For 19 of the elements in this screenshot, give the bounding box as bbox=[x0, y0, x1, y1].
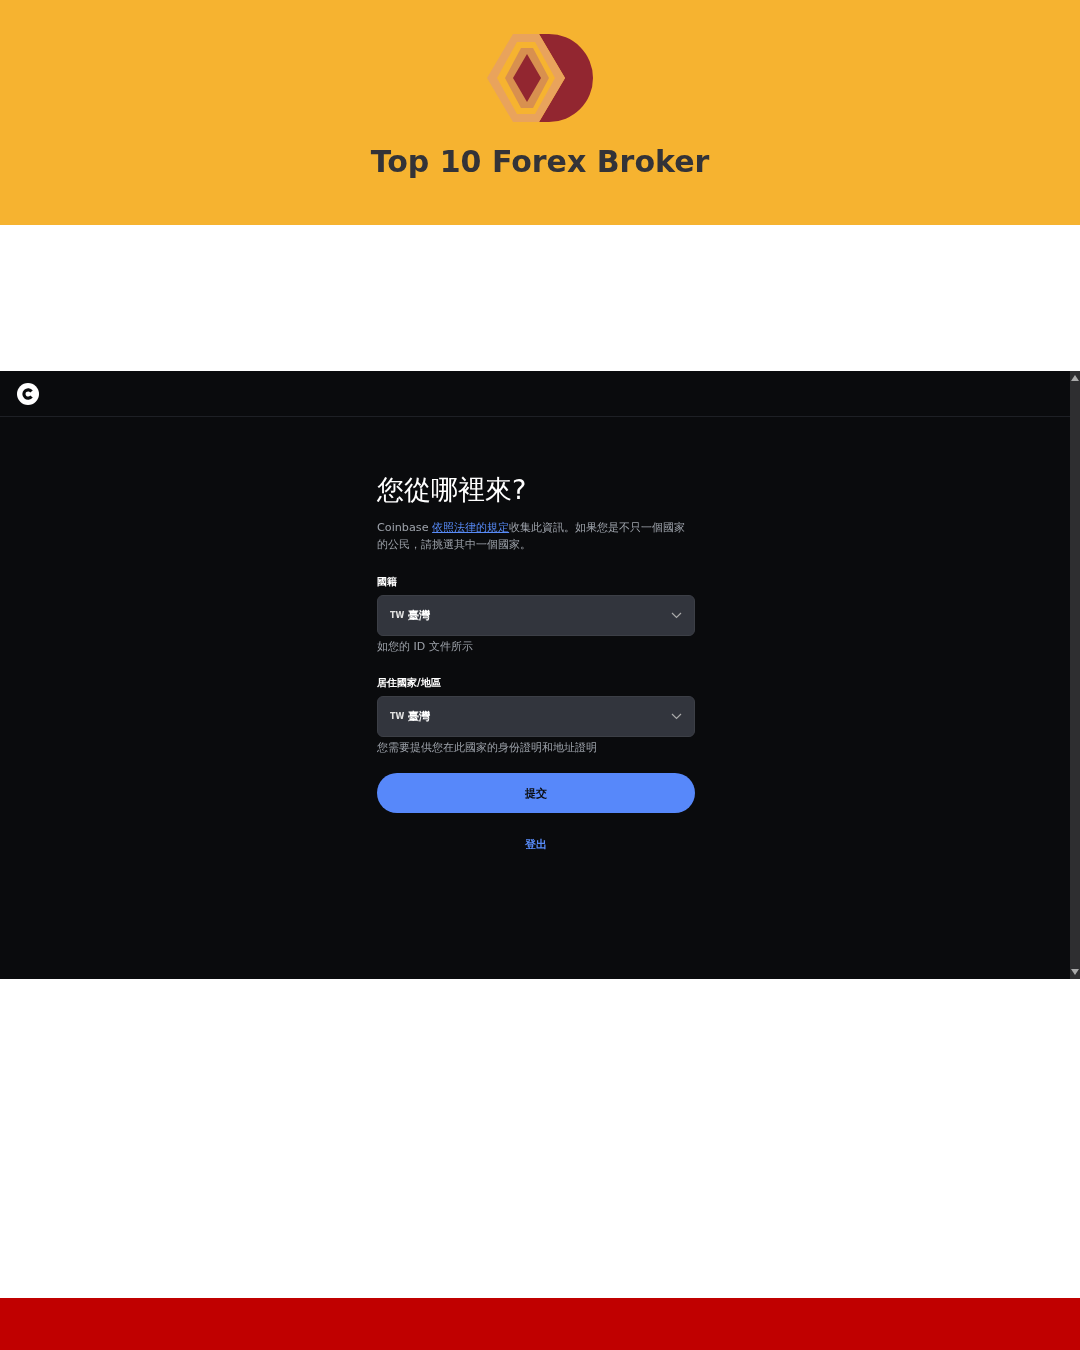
scrollbar[interactable] bbox=[1070, 371, 1080, 979]
country-select[interactable]: TW 臺灣 bbox=[377, 595, 695, 636]
field-label: 國籍 bbox=[377, 575, 398, 589]
helper-text: 您需要提供您在此國家的身份證明和地址證明 bbox=[377, 740, 598, 755]
intro-text: Coinbase 依照法律的規定收集此資訊。如果您是不只一個國家的公民，請挑選其中一個國家。 bbox=[377, 520, 687, 553]
chevron-icon bbox=[671, 612, 682, 619]
legal-link[interactable]: 依照法律的規定 bbox=[432, 521, 510, 534]
sign-out-link[interactable]: 登出 bbox=[525, 837, 547, 852]
scroll-down-icon[interactable] bbox=[1071, 969, 1079, 975]
field-label: 居住國家/地區 bbox=[377, 676, 442, 690]
chevron-icon bbox=[671, 713, 682, 720]
submit-button[interactable]: 提交 bbox=[377, 773, 695, 813]
scroll-up-icon[interactable] bbox=[1071, 375, 1079, 381]
logo-icon bbox=[487, 32, 593, 124]
country-select[interactable]: TW 臺灣 bbox=[377, 696, 695, 737]
helper-text: 如您的 ID 文件所示 bbox=[377, 639, 474, 654]
logo-icon bbox=[16, 381, 40, 406]
page-heading: 您從哪裡來? bbox=[377, 473, 528, 507]
site-title: Top 10 Forex Broker bbox=[370, 144, 710, 179]
